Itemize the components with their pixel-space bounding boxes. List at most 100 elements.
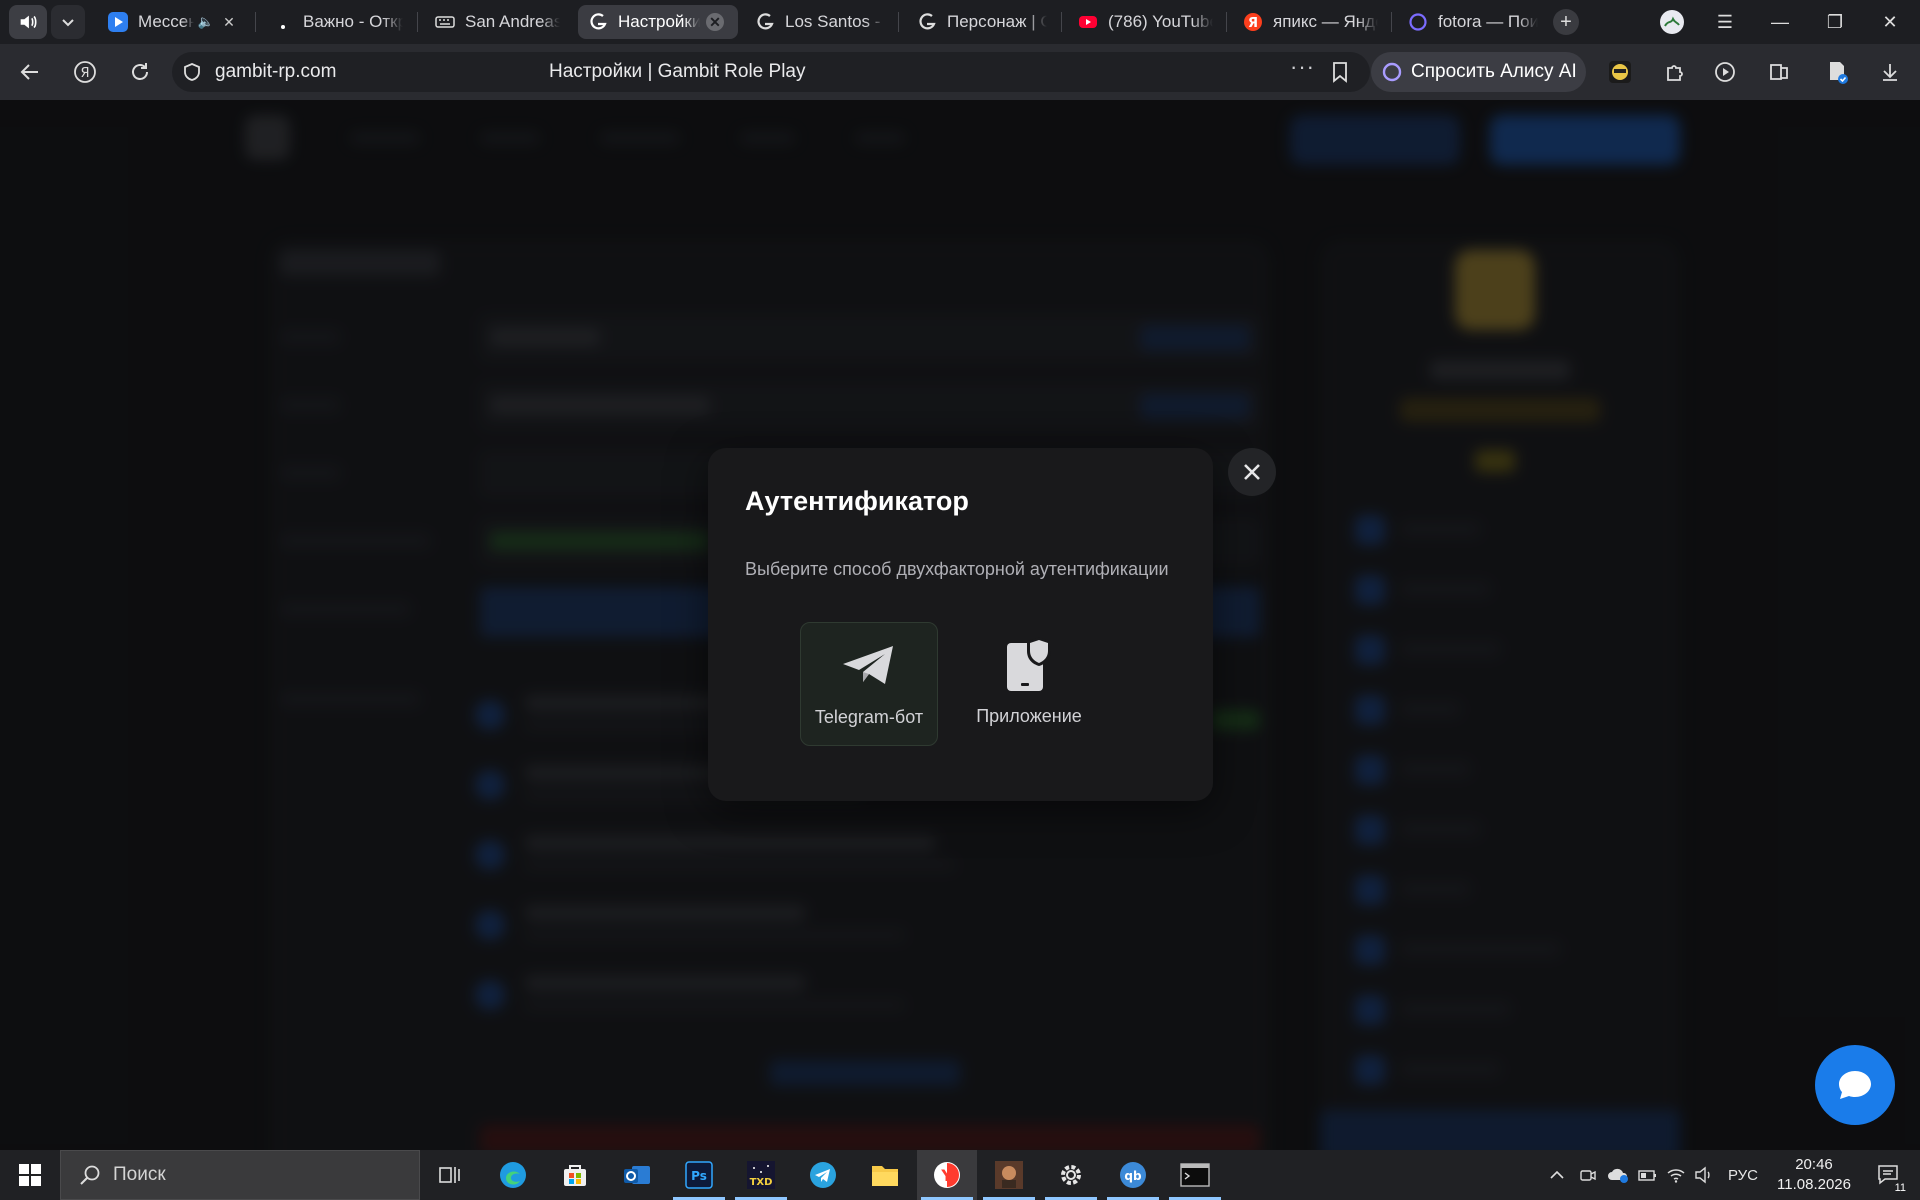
tab-title: Мессенджер (138, 12, 194, 31)
tab-title: Los Santos - Wiki (785, 12, 885, 31)
close-icon[interactable]: ✕ (706, 13, 724, 31)
tab-youtube[interactable]: (786) YouTube (1068, 5, 1223, 39)
tab-separator (1391, 12, 1392, 32)
task-view-button[interactable] (420, 1150, 480, 1200)
taskbar-photoshop[interactable]: Ps (669, 1150, 729, 1200)
restore-icon: ❐ (1826, 11, 1844, 32)
extensions-button[interactable] (1661, 58, 1689, 86)
tray-volume-button[interactable] (1692, 1150, 1716, 1200)
taskbar-game[interactable] (979, 1150, 1039, 1200)
reload-icon (132, 63, 148, 80)
gambit-logo-icon (755, 12, 775, 32)
gambit-logo-icon (588, 12, 608, 32)
tab-vazhno[interactable]: Важно - Открыто (263, 5, 413, 39)
taskbar-edge[interactable] (483, 1150, 543, 1200)
close-icon: ✕ (1882, 11, 1898, 32)
close-icon[interactable]: ✕ (220, 13, 238, 31)
camera-icon (1580, 1170, 1596, 1181)
svg-text:Я: Я (80, 66, 89, 81)
download-icon (1883, 64, 1897, 81)
svg-text:Я: Я (1248, 16, 1258, 31)
tray-overflow-button[interactable] (1545, 1150, 1569, 1200)
tray-meet-button[interactable] (1576, 1150, 1600, 1200)
taskbar-explorer[interactable] (855, 1150, 915, 1200)
tab-messenger[interactable]: Мессенджер 🔈 ✕ (98, 5, 248, 39)
taskbar-qbittorrent[interactable]: qb (1103, 1150, 1163, 1200)
tab-separator (417, 12, 418, 32)
alice-ring-icon (1408, 12, 1428, 32)
tray-wifi-button[interactable] (1664, 1150, 1688, 1200)
tab-separator (898, 12, 899, 32)
telegram-plane-icon (801, 637, 937, 695)
ask-alice-button[interactable]: Спросить Алису AI (1371, 52, 1586, 92)
browser-tab-strip: Мессенджер 🔈 ✕ Важно - Открыто San Andre… (0, 0, 1920, 44)
taskbar-store[interactable] (545, 1150, 605, 1200)
alice-ring-icon (1382, 62, 1402, 82)
taskbar-txd[interactable]: TXD (731, 1150, 791, 1200)
video-translate-button[interactable] (1712, 58, 1740, 86)
app-option[interactable]: Приложение (960, 622, 1098, 746)
txd-workshop-icon: TXD (747, 1161, 775, 1189)
edge-icon (500, 1162, 526, 1188)
yandex-home-button[interactable]: Я (71, 58, 99, 86)
modal-close-button[interactable] (1228, 448, 1276, 496)
support-chat-button[interactable] (1815, 1045, 1895, 1125)
taskbar-clock[interactable]: 20:46 11.08.2026 (1766, 1155, 1862, 1195)
back-button[interactable] (16, 58, 44, 86)
extension-game-button[interactable] (1606, 58, 1634, 86)
authenticator-modal: Аутентификатор Выберите способ двухфакто… (708, 448, 1213, 801)
telegram-bot-option[interactable]: Telegram-бот (800, 622, 938, 746)
youtube-icon (1078, 12, 1098, 32)
wifi-icon (1667, 1169, 1685, 1183)
tab-settings-active[interactable]: Настройки | Gambit ✕ (578, 5, 738, 39)
page-title: Настройки | Gambit Role Play (549, 61, 806, 82)
taskbar-search[interactable]: Поиск (60, 1150, 420, 1200)
plus-icon: + (1560, 10, 1572, 33)
browser-toolbar: Я gambit-rp.com Настройки | Gambit Role … (0, 44, 1920, 100)
clock-date: 11.08.2026 (1777, 1176, 1851, 1193)
task-view-icon (439, 1167, 460, 1183)
tab-san-andreas[interactable]: San Andreas Build (425, 5, 570, 39)
tab-separator (1061, 12, 1062, 32)
downloads-status-button[interactable] (1823, 58, 1851, 86)
tray-battery-button[interactable] (1636, 1150, 1660, 1200)
tab-audio-button[interactable] (9, 5, 47, 39)
gear-icon (1061, 1165, 1081, 1185)
new-tab-button[interactable]: + (1553, 9, 1579, 35)
bookmark-icon[interactable] (1330, 61, 1350, 83)
browser-menu-button[interactable]: ☰ (1698, 0, 1752, 44)
tab-los-santos[interactable]: Los Santos - Wiki (745, 5, 895, 39)
yandex-icon: Я (1243, 12, 1263, 32)
address-bar[interactable]: gambit-rp.com Настройки | Gambit Role Pl… (172, 52, 1370, 92)
profile-avatar-button[interactable] (1645, 0, 1699, 44)
close-window-button[interactable]: ✕ (1863, 0, 1917, 44)
shield-icon[interactable] (182, 62, 202, 82)
reload-button[interactable] (126, 58, 154, 86)
start-button[interactable] (0, 1150, 60, 1200)
terminal-icon (1180, 1163, 1210, 1187)
tray-language-button[interactable]: РУС (1722, 1150, 1764, 1200)
ask-alice-label: Спросить Алису AI (1411, 61, 1577, 82)
tray-onedrive-button[interactable] (1605, 1150, 1631, 1200)
restore-button[interactable]: ❐ (1808, 0, 1862, 44)
windows-taskbar: Поиск Ps TXD Y qb РУС 20:46 11.08.2026 1… (0, 1150, 1920, 1200)
collections-button[interactable] (1765, 58, 1793, 86)
downloads-button[interactable] (1876, 58, 1904, 86)
taskbar-yandex-browser[interactable]: Y (917, 1150, 977, 1200)
photoshop-icon: Ps (685, 1161, 713, 1189)
taskbar-settings[interactable] (1041, 1150, 1101, 1200)
tab-personazh[interactable]: Персонаж | Gambit (907, 5, 1057, 39)
tab-yandex[interactable]: Я япикс — Яндекс (1233, 5, 1388, 39)
notification-center-button[interactable]: 11 (1866, 1150, 1912, 1200)
taskbar-telegram[interactable] (793, 1150, 853, 1200)
tab-fotora[interactable]: fotora — Поиск (1398, 5, 1548, 39)
yandex-logo-icon: Я (74, 61, 96, 83)
telegram-icon (810, 1162, 836, 1188)
url-text[interactable]: gambit-rp.com (215, 61, 336, 83)
tabs-menu-button[interactable] (51, 5, 85, 39)
taskbar-terminal[interactable] (1165, 1150, 1225, 1200)
taskbar-outlook[interactable] (607, 1150, 667, 1200)
minimize-button[interactable]: — (1753, 0, 1807, 44)
qbittorrent-icon: qb (1120, 1162, 1146, 1188)
more-options-icon[interactable]: ··· (1290, 54, 1315, 80)
